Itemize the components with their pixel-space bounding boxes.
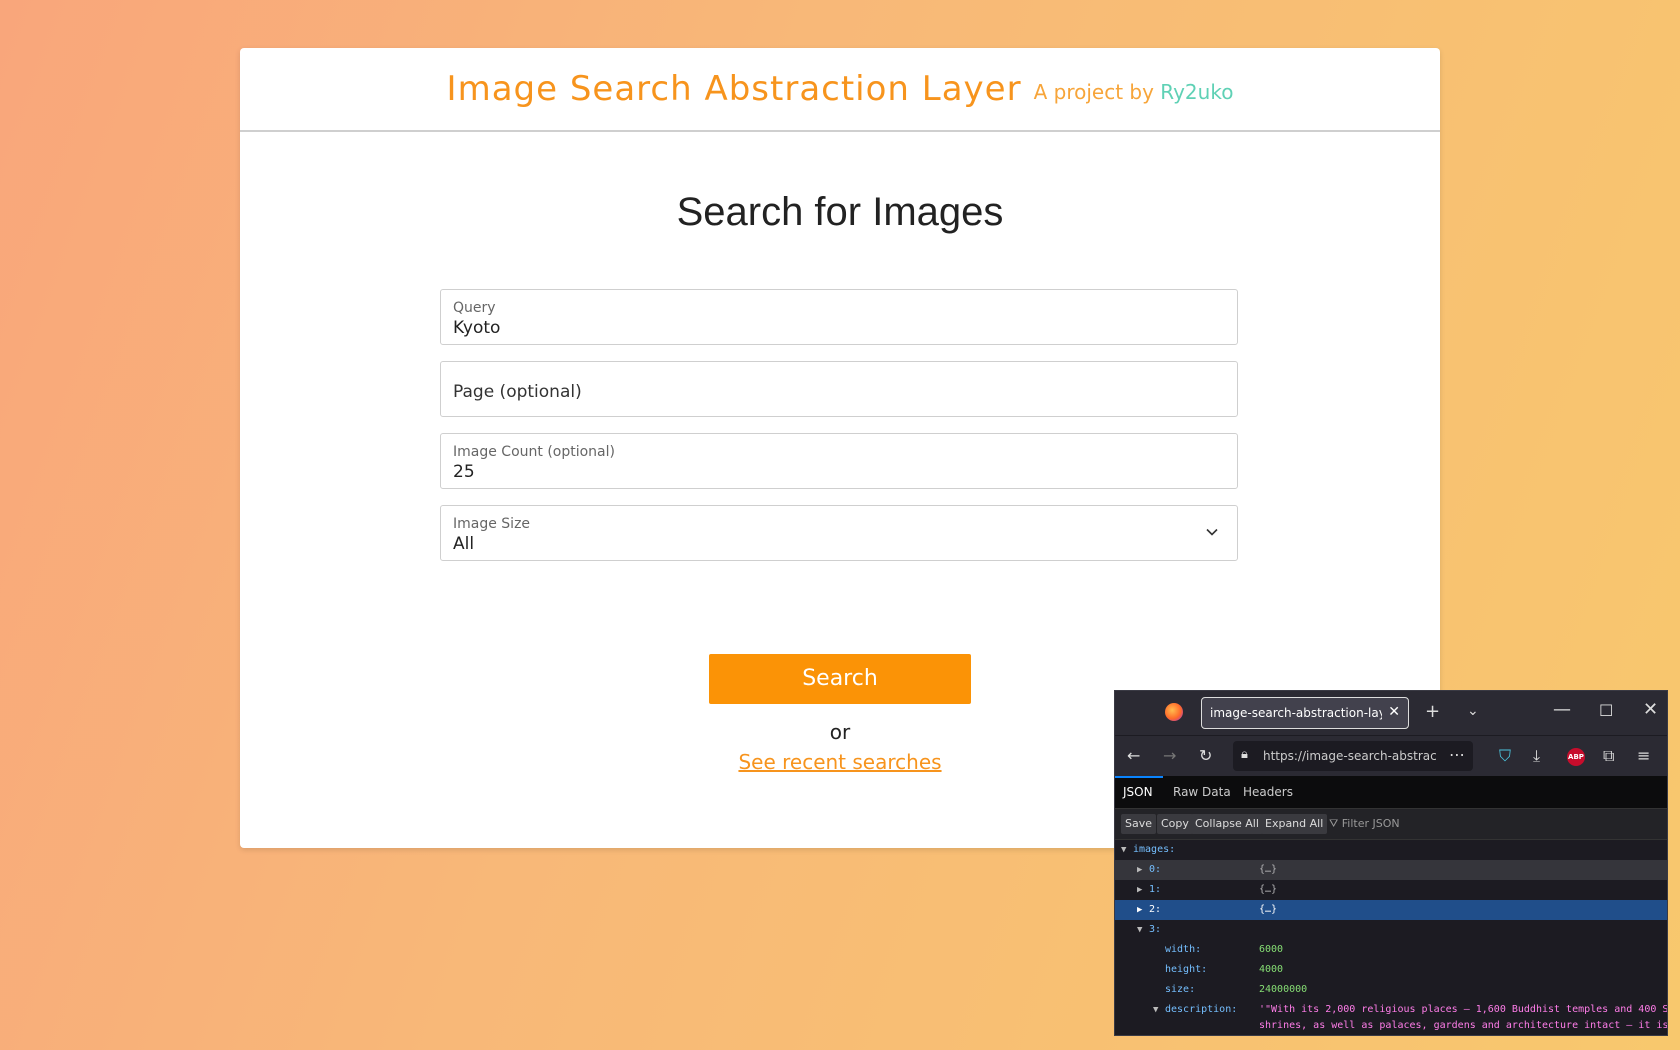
json-row[interactable]: width: 6000 — [1115, 940, 1667, 960]
json-value: 4000 — [1259, 964, 1284, 975]
json-key: 2: — [1149, 904, 1162, 915]
json-key: 1: — [1149, 884, 1162, 895]
more-icon[interactable]: ⋯ — [1449, 745, 1465, 764]
adblock-icon[interactable]: ABP — [1567, 748, 1585, 766]
json-row[interactable]: size: 24000000 — [1115, 980, 1667, 1000]
browser-window: image-search-abstraction-layer.ry ✕ + ⌄ … — [1114, 690, 1668, 1036]
query-label: Query — [453, 300, 496, 316]
app-header: Image Search Abstraction Layer A project… — [240, 48, 1440, 132]
json-row[interactable]: ▶ 0: {…} — [1115, 860, 1667, 880]
author-link[interactable]: Ry2uko — [1160, 80, 1233, 104]
recent-searches-link[interactable]: See recent searches — [738, 750, 941, 774]
forward-icon[interactable]: → — [1163, 746, 1176, 765]
active-tab-indicator — [1115, 776, 1163, 778]
json-value: 6000 — [1259, 944, 1284, 955]
json-key: size: — [1165, 984, 1196, 995]
chevron-down-icon[interactable] — [1205, 524, 1219, 543]
form-title: Search for Images — [676, 190, 1004, 234]
tab-raw-data[interactable]: Raw Data — [1173, 785, 1231, 799]
app-subtitle: A project by Ry2uko — [1034, 80, 1234, 104]
lock-icon: 🔒︎ — [1241, 747, 1248, 762]
url-bar[interactable]: 🔒︎ https://image-search-abstrac ⋯ — [1233, 741, 1473, 771]
page-field[interactable]: Page (optional) — [440, 361, 1238, 417]
json-key: 3: — [1149, 924, 1162, 935]
json-key: images: — [1133, 844, 1176, 855]
json-key: height: — [1165, 964, 1208, 975]
collapsed-triangle-icon[interactable]: ▶ — [1137, 860, 1142, 880]
json-key: 0: — [1149, 864, 1162, 875]
json-value: {…} — [1259, 904, 1278, 915]
collapsed-triangle-icon[interactable]: ▶ — [1137, 880, 1142, 900]
collapsed-triangle-icon[interactable]: ▶ — [1137, 900, 1142, 920]
tab-json[interactable]: JSON — [1123, 785, 1153, 799]
json-toolbar: Save Copy Collapse All Expand All ⛛ Filt… — [1115, 809, 1667, 840]
filter-placeholder: Filter JSON — [1341, 817, 1400, 830]
close-tab-icon[interactable]: ✕ — [1388, 704, 1400, 720]
json-row[interactable]: ▶ 2: {…} — [1115, 900, 1667, 920]
query-input[interactable]: Kyoto — [453, 318, 500, 338]
browser-tab[interactable]: image-search-abstraction-layer.ry ✕ — [1201, 697, 1409, 729]
app-title: Image Search Abstraction Layer — [446, 69, 1022, 109]
page-input[interactable]: Page (optional) — [453, 382, 582, 402]
subtitle-prefix: A project by — [1033, 80, 1154, 104]
reload-icon[interactable]: ↻ — [1199, 746, 1212, 765]
json-row[interactable]: ▼ images: — [1115, 840, 1667, 860]
url-text[interactable]: https://image-search-abstrac — [1263, 749, 1437, 763]
filter-json-input[interactable]: ⛛ Filter JSON — [1329, 817, 1400, 831]
json-value: {…} — [1259, 884, 1278, 895]
expand-all-button[interactable]: Expand All — [1261, 814, 1328, 834]
extension-shield-icon[interactable]: ⛉ — [1499, 746, 1511, 766]
nav-bar: ← → ↻ 🔒︎ https://image-search-abstrac ⋯ … — [1115, 735, 1667, 776]
tab-headers[interactable]: Headers — [1243, 785, 1293, 799]
back-icon[interactable]: ← — [1127, 746, 1140, 765]
maximize-icon[interactable]: ☐ — [1599, 701, 1613, 720]
save-button[interactable]: Save — [1121, 814, 1157, 834]
new-tab-icon[interactable]: + — [1425, 701, 1440, 722]
tab-bar: image-search-abstraction-layer.ry ✕ + ⌄ … — [1115, 691, 1667, 735]
json-viewer-tabs: JSON Raw Data Headers — [1115, 776, 1667, 809]
image-size-label: Image Size — [453, 516, 531, 532]
expanded-triangle-icon[interactable]: ▼ — [1121, 840, 1126, 860]
chevron-down-icon[interactable]: ⌄ — [1467, 703, 1479, 719]
json-value: {…} — [1259, 864, 1278, 875]
extensions-icon[interactable]: ⧉ — [1603, 746, 1614, 766]
firefox-logo-icon — [1165, 703, 1183, 721]
search-button[interactable]: Search — [709, 654, 971, 704]
menu-icon[interactable]: ≡ — [1637, 746, 1650, 765]
image-count-field[interactable]: Image Count (optional) 25 — [440, 433, 1238, 489]
tab-title: image-search-abstraction-layer.ry — [1210, 706, 1382, 720]
query-field[interactable]: Query Kyoto — [440, 289, 1238, 345]
json-value: 24000000 — [1259, 984, 1308, 995]
json-row[interactable]: height: 4000 — [1115, 960, 1667, 980]
download-icon[interactable]: ⤓ — [1533, 746, 1540, 766]
json-row: shrines, as well as palaces, gardens and… — [1115, 1016, 1668, 1035]
minimize-icon[interactable]: — — [1553, 699, 1571, 720]
json-key: width: — [1165, 944, 1202, 955]
close-window-icon[interactable]: ✕ — [1643, 699, 1658, 720]
json-row[interactable]: ▶ 1: {…} — [1115, 880, 1667, 900]
image-count-label: Image Count (optional) — [453, 444, 615, 460]
json-value-continued: shrines, as well as palaces, gardens and… — [1259, 1020, 1668, 1031]
collapse-all-button[interactable]: Collapse All — [1191, 814, 1263, 834]
image-count-input[interactable]: 25 — [453, 462, 475, 482]
filter-icon: ⛛ — [1329, 817, 1339, 830]
image-size-value[interactable]: All — [453, 534, 474, 554]
expanded-triangle-icon[interactable]: ▼ — [1137, 920, 1142, 940]
copy-button[interactable]: Copy — [1157, 814, 1193, 834]
image-size-select[interactable]: Image Size All — [440, 505, 1238, 561]
json-row[interactable]: ▼ 3: — [1115, 920, 1667, 940]
